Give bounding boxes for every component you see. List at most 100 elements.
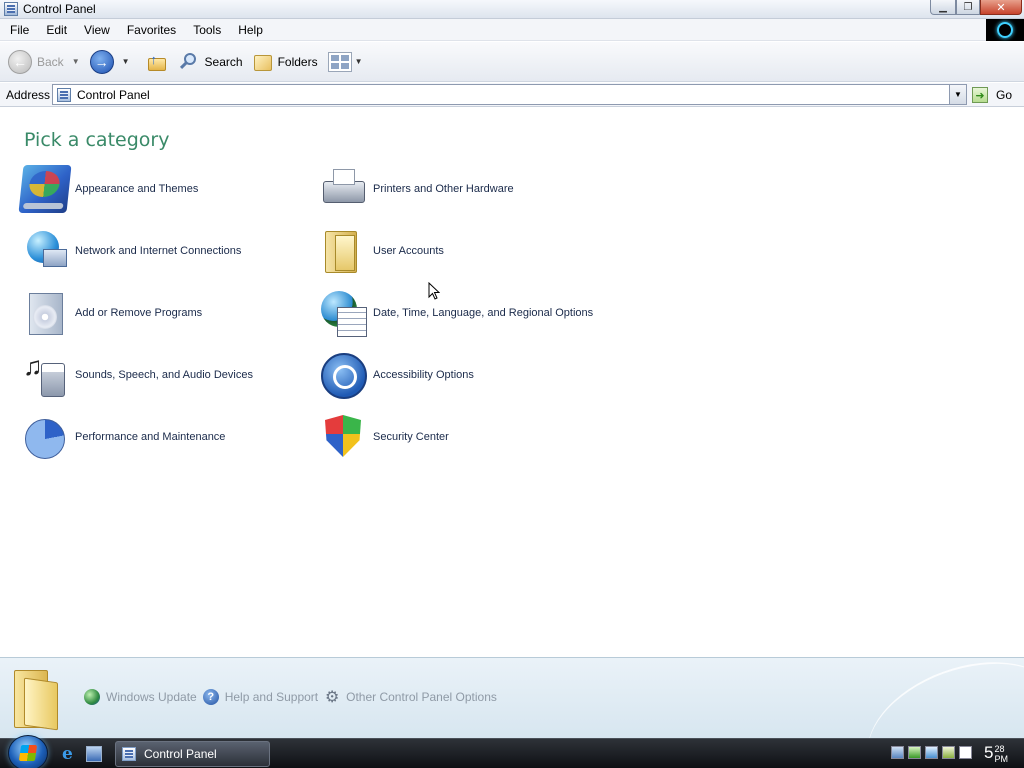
windows-update-link[interactable]: Windows Update <box>84 689 197 705</box>
update-tray-icon[interactable] <box>942 746 955 759</box>
clock[interactable]: 5 28 PM <box>984 742 1008 764</box>
address-bar: Address Control Panel ▼ ➜ Go <box>0 83 1024 107</box>
views-button[interactable]: ▼ <box>327 51 363 72</box>
category-label: Sounds, Speech, and Audio Devices <box>75 369 253 381</box>
other-options-link[interactable]: ⚙ Other Control Panel Options <box>324 689 497 706</box>
address-value: Control Panel <box>77 87 150 102</box>
restore-icon: ❐ <box>963 1 973 13</box>
category-label: Accessibility Options <box>373 369 474 381</box>
category-label: Printers and Other Hardware <box>373 183 514 195</box>
maximize-button[interactable]: ❐ <box>956 0 980 15</box>
category-appearance-themes[interactable]: Appearance and Themes <box>18 165 199 213</box>
security-shield-icon <box>319 413 367 461</box>
clock-minute: 28 <box>994 744 1005 754</box>
go-label: Go <box>996 88 1013 102</box>
category-sounds-speech-audio[interactable]: Sounds, Speech, and Audio Devices <box>21 351 253 399</box>
windows-flag-icon <box>18 745 38 761</box>
forward-button[interactable]: → ▼ <box>89 49 130 74</box>
search-label: Search <box>204 54 243 69</box>
system-tray <box>887 746 972 759</box>
back-arrow-icon: ← <box>8 49 32 74</box>
address-label: Address <box>6 87 51 102</box>
user-accounts-icon <box>319 227 367 275</box>
category-performance-maintenance[interactable]: Performance and Maintenance <box>21 413 225 461</box>
forward-arrow-icon: → <box>89 49 114 74</box>
category-label: Performance and Maintenance <box>75 431 226 443</box>
taskbar: e Control Panel 5 28 PM <box>0 735 1024 768</box>
menu-favorites[interactable]: Favorites <box>117 23 183 37</box>
category-printers-hardware[interactable]: Printers and Other Hardware <box>319 165 514 213</box>
close-button[interactable]: ✕ <box>980 0 1022 15</box>
volume-tray-icon[interactable] <box>959 746 972 759</box>
menu-file[interactable]: File <box>0 23 36 37</box>
connection-tray-icon[interactable] <box>925 746 938 759</box>
category-add-remove-programs[interactable]: Add or Remove Programs <box>21 289 202 337</box>
menu-help[interactable]: Help <box>228 23 270 37</box>
category-date-time-regional[interactable]: Date, Time, Language, and Regional Optio… <box>319 289 593 337</box>
back-button[interactable]: ← Back ▼ <box>8 49 80 74</box>
add-remove-programs-icon <box>21 289 69 337</box>
windows-logo <box>986 19 1024 41</box>
security-tray-icon[interactable] <box>908 746 921 759</box>
clock-ampm: PM <box>994 754 1009 764</box>
folder-up-icon: ↑ <box>146 52 168 72</box>
address-input[interactable]: Control Panel ▼ <box>52 84 967 105</box>
clock-hour: 5 <box>984 743 994 762</box>
start-button[interactable] <box>8 735 48 768</box>
search-button[interactable]: Search <box>178 51 243 73</box>
show-desktop-icon[interactable] <box>86 746 102 762</box>
address-dropdown-icon[interactable]: ▼ <box>949 85 966 104</box>
mouse-cursor-icon <box>428 282 440 300</box>
link-label: Help and Support <box>224 690 319 704</box>
help-support-link[interactable]: ? Help and Support <box>202 689 319 705</box>
category-label: Add or Remove Programs <box>75 307 203 319</box>
internet-explorer-icon[interactable]: e <box>62 746 78 763</box>
accessibility-icon <box>319 351 367 399</box>
control-panel-icon <box>57 87 71 102</box>
menu-tools[interactable]: Tools <box>183 23 228 37</box>
category-label: Security Center <box>373 431 449 443</box>
category-label: Appearance and Themes <box>75 183 199 195</box>
category-user-accounts[interactable]: User Accounts <box>319 227 444 275</box>
sounds-icon <box>21 351 69 399</box>
title-bar[interactable]: Control Panel ▁ ❐ ✕ <box>0 0 1024 19</box>
folder-icon <box>10 666 62 731</box>
appearance-icon <box>18 165 72 213</box>
folder-icon <box>253 52 273 72</box>
windows-update-icon <box>84 689 100 705</box>
taskbar-button-label: Control Panel <box>144 747 217 761</box>
up-folder-button[interactable]: ↑ <box>140 52 168 72</box>
window-title: Control Panel <box>23 2 96 16</box>
menu-edit[interactable]: Edit <box>36 23 74 37</box>
search-icon <box>178 51 200 73</box>
minimize-icon: ▁ <box>939 1 947 13</box>
category-label: User Accounts <box>373 245 444 257</box>
menu-bar: File Edit View Favorites Tools Help <box>0 19 1024 41</box>
date-time-icon <box>319 289 367 337</box>
network-tray-icon[interactable] <box>891 746 904 759</box>
toolbar: ← Back ▼ → ▼ ↑ Search Folders ▼ <box>0 42 1024 82</box>
menu-view[interactable]: View <box>74 23 117 37</box>
category-label: Network and Internet Connections <box>75 245 242 257</box>
category-label: Date, Time, Language, and Regional Optio… <box>373 307 594 319</box>
folders-label: Folders <box>277 54 318 69</box>
category-accessibility[interactable]: Accessibility Options <box>319 351 474 399</box>
help-icon: ? <box>202 689 219 705</box>
other-options-band: Windows Update ? Help and Support ⚙ Othe… <box>0 657 1024 738</box>
minimize-button[interactable]: ▁ <box>930 0 956 15</box>
go-button[interactable]: ➜ Go <box>972 85 1012 105</box>
page-title: Pick a category <box>24 129 170 151</box>
forward-dropdown-icon[interactable]: ▼ <box>122 57 130 66</box>
main-content: Pick a category Appearance and Themes Ne… <box>0 108 1024 657</box>
category-security-center[interactable]: Security Center <box>319 413 449 461</box>
gear-icon: ⚙ <box>324 689 340 706</box>
folders-button[interactable]: Folders <box>253 52 318 72</box>
taskbar-button-control-panel[interactable]: Control Panel <box>115 741 270 767</box>
window-controls: ▁ ❐ ✕ <box>930 0 1022 15</box>
link-label: Other Control Panel Options <box>346 690 497 704</box>
back-dropdown-icon[interactable]: ▼ <box>72 57 80 66</box>
link-label: Windows Update <box>106 690 197 704</box>
views-icon <box>327 51 352 72</box>
views-dropdown-icon[interactable]: ▼ <box>355 57 363 66</box>
category-network-internet[interactable]: Network and Internet Connections <box>21 227 241 275</box>
